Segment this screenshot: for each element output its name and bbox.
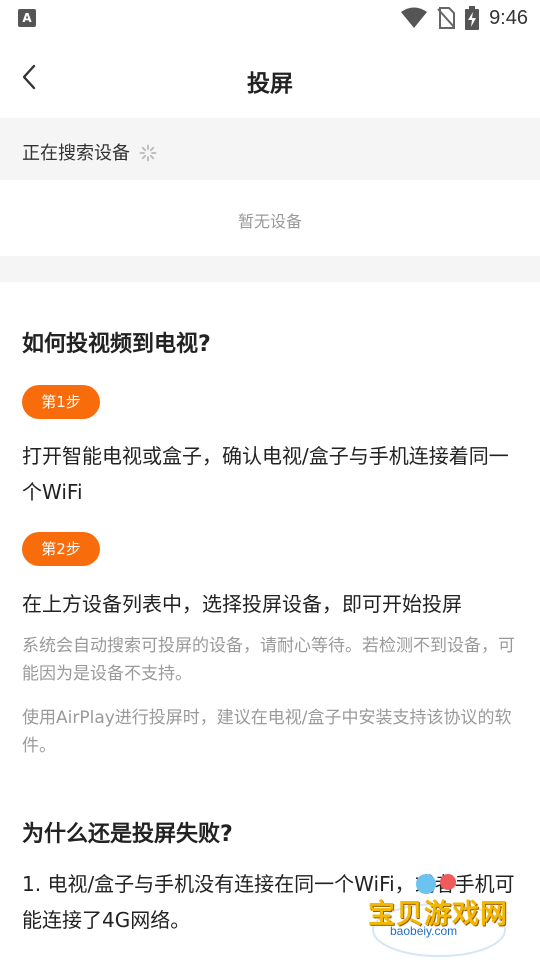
watermark-url: baobeiy.com [390,924,458,938]
guide-note-2: 使用AirPlay进行投屏时，建议在电视/盒子中安装支持该协议的软件。 [22,708,512,756]
empty-device-text: 暂无设备 [237,212,302,231]
battery-charging-icon [465,6,480,30]
guide-heading: 如何投视频到电视? [22,332,211,357]
watermark-logo: 宝贝游戏网 baobeiy.com [364,870,514,960]
searching-status-text: 正在搜索设备 [22,143,130,164]
device-list: 暂无设备 [0,180,540,256]
step-2-badge: 第2步 [22,532,100,566]
no-sim-icon [437,7,456,29]
app-header: 投屏 [0,36,540,118]
status-icons: 9:46 [401,5,528,31]
device-search-bar: 正在搜索设备 [0,118,540,180]
status-time: 9:46 [489,6,528,29]
step-1-badge: 第1步 [22,385,100,419]
loading-spinner-icon [139,144,157,162]
notification-a-icon: A [18,9,36,27]
wifi-icon [401,7,428,28]
step-2-text: 在上方设备列表中，选择投屏设备，即可开始投屏 [22,592,462,616]
faq-heading: 为什么还是投屏失败? [22,822,233,847]
guide-note-1: 系统会自动搜索可投屏的设备，请耐心等待。若检测不到设备，可能因为是设备不支持。 [22,636,515,684]
status-bar: A 9:46 [0,0,540,36]
page-title: 投屏 [247,71,293,97]
step-1-text: 打开智能电视或盒子，确认电视/盒子与手机连接着同一个WiFi [22,444,509,504]
section-divider [0,256,540,282]
